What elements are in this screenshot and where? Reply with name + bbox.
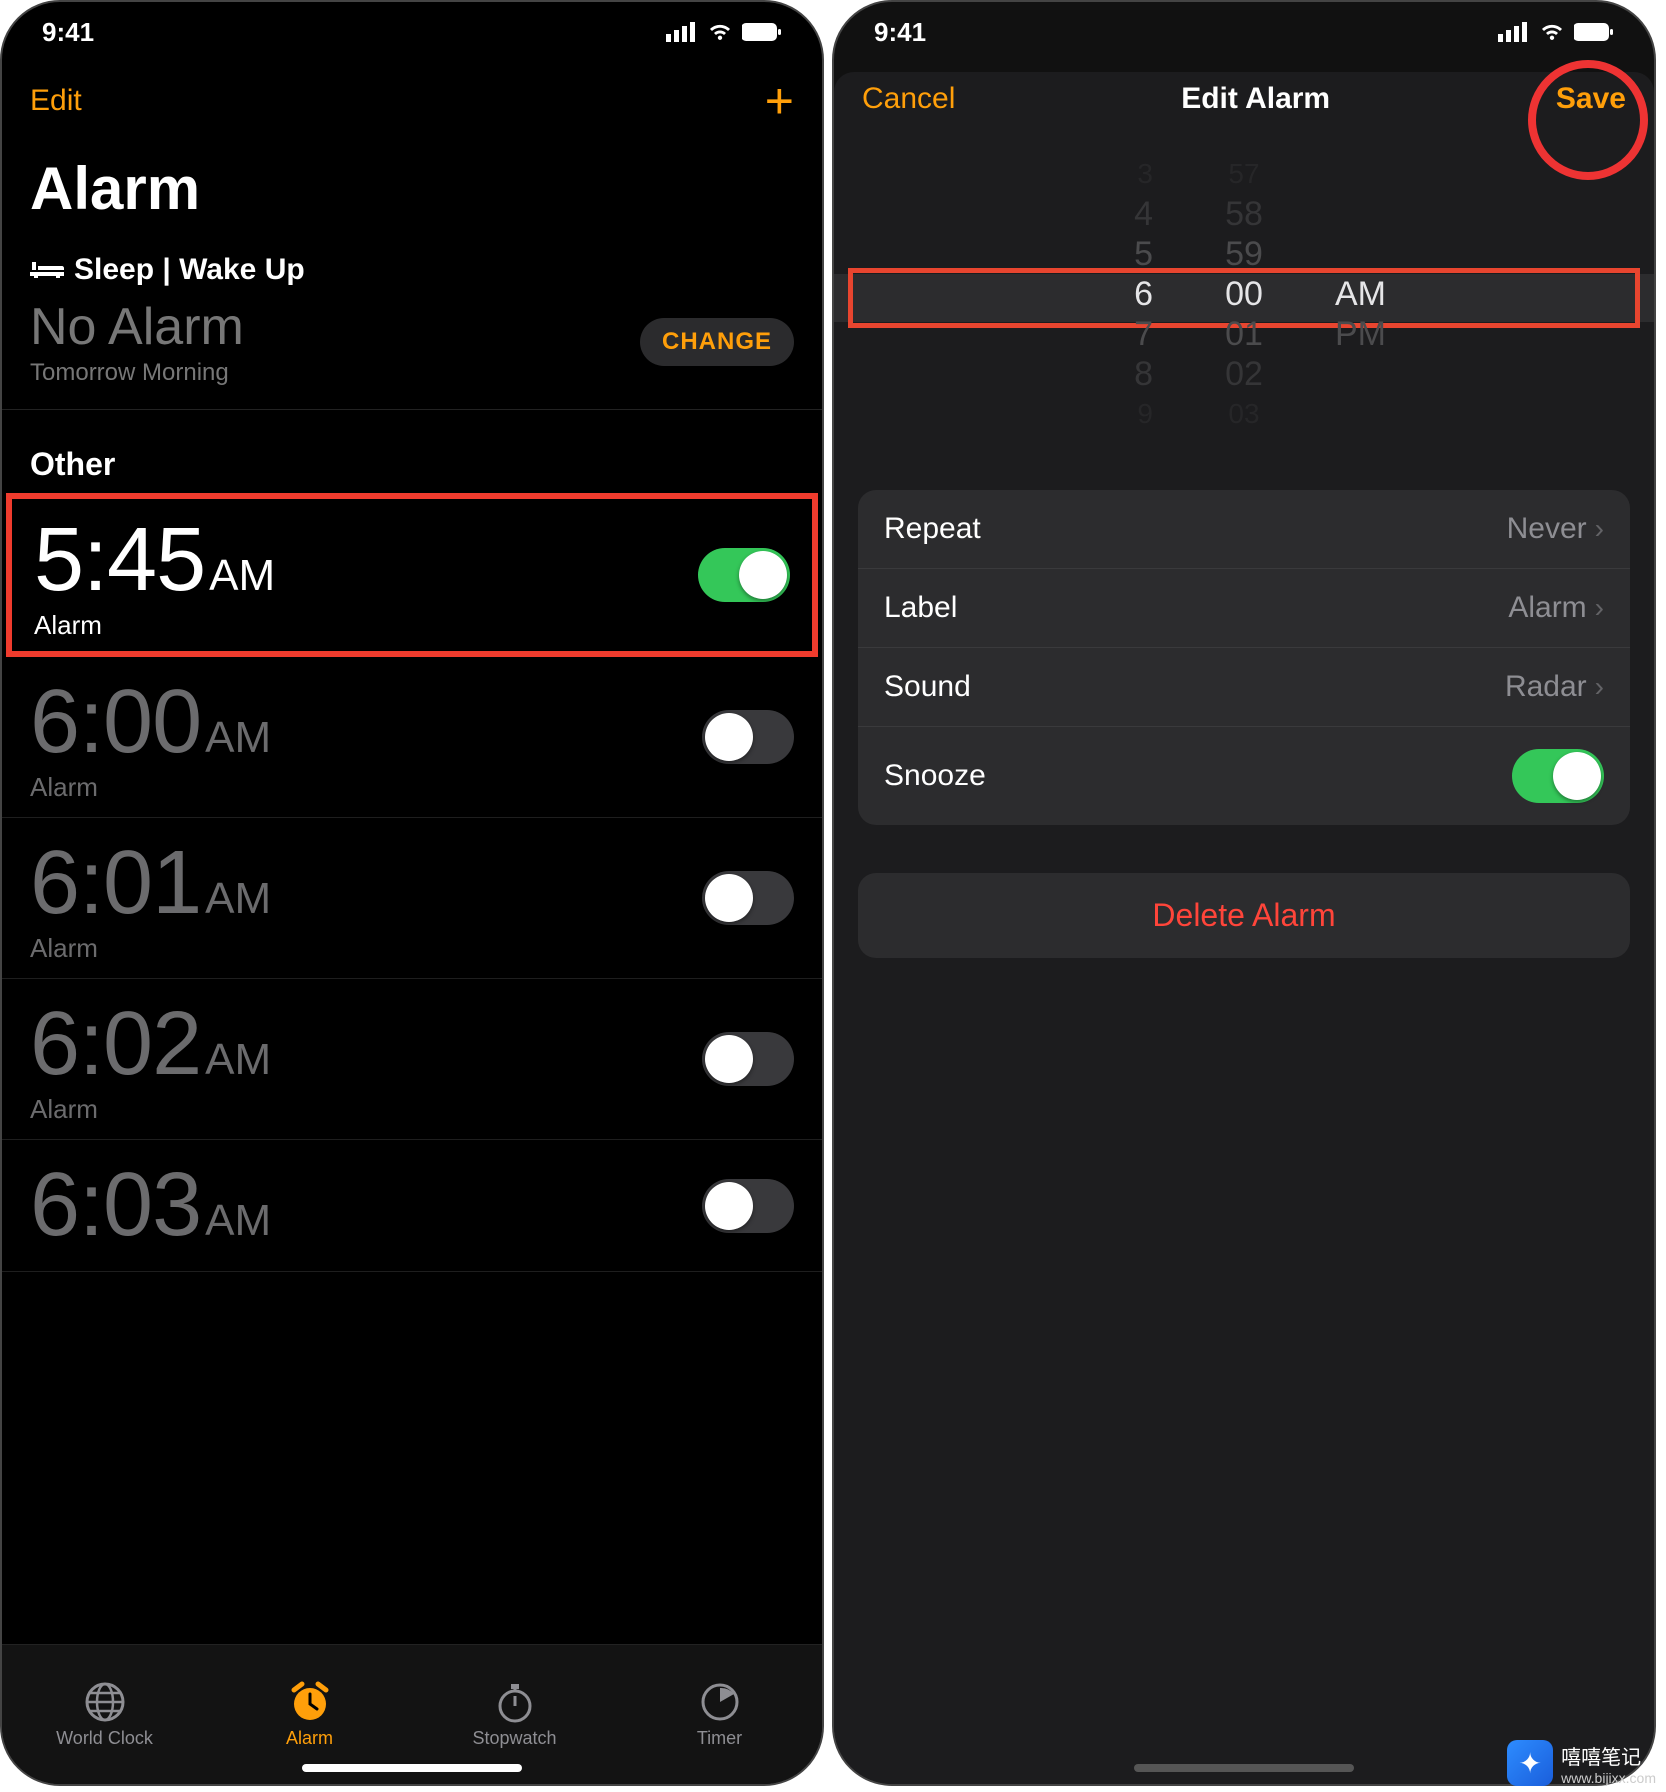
time-picker[interactable]: 3456789 57585900010203 AM PM [834, 150, 1654, 440]
tab-bar: World Clock Alarm Stopwatch Timer [2, 1644, 822, 1784]
sleep-row: No Alarm Tomorrow Morning CHANGE [2, 297, 822, 410]
row-snooze: Snooze [858, 727, 1630, 825]
status-bar: 9:41 [834, 2, 1654, 62]
sheet-title: Edit Alarm [1181, 82, 1330, 116]
alarm-list: 5:45AMAlarm6:00AMAlarm6:01AMAlarm6:02AMA… [2, 493, 822, 1272]
picker-hour[interactable]: 3456789 [1063, 154, 1153, 434]
alarm-row[interactable]: 6:02AMAlarm [2, 979, 822, 1140]
snooze-toggle[interactable] [1512, 749, 1604, 803]
nav-bar: Edit + [2, 62, 822, 134]
wifi-icon [706, 22, 734, 42]
row-label[interactable]: Label Alarm› [858, 569, 1630, 648]
globe-icon [83, 1680, 127, 1724]
chevron-right-icon: › [1595, 671, 1604, 703]
bed-icon [30, 258, 64, 282]
delete-alarm-button[interactable]: Delete Alarm [858, 873, 1630, 958]
alarm-icon [288, 1680, 332, 1724]
battery-icon [1574, 22, 1614, 42]
add-button[interactable]: + [765, 72, 794, 130]
home-indicator[interactable] [302, 1764, 522, 1772]
alarm-toggle[interactable] [702, 871, 794, 925]
timer-icon [698, 1680, 742, 1724]
phone-right: 9:41 Cancel Edit Alarm Save 345678 [832, 0, 1656, 1786]
status-icons [1498, 22, 1614, 42]
stopwatch-icon [493, 1680, 537, 1724]
watermark-icon: ✦ [1507, 1740, 1553, 1786]
edit-sheet: Cancel Edit Alarm Save 3456789 575859000… [834, 72, 1654, 1784]
alarm-toggle[interactable] [702, 710, 794, 764]
battery-icon [742, 22, 782, 42]
alarm-row[interactable]: 6:00AMAlarm [2, 657, 822, 818]
change-button[interactable]: CHANGE [640, 318, 794, 366]
status-icons [666, 22, 782, 42]
alarm-toggle[interactable] [702, 1179, 794, 1233]
alarm-toggle[interactable] [698, 548, 790, 602]
alarm-row[interactable]: 6:03AM [2, 1140, 822, 1272]
tab-world-clock[interactable]: World Clock [2, 1645, 207, 1784]
no-alarm-label: No Alarm [30, 297, 244, 357]
sleep-header: Sleep | Wake Up [2, 239, 822, 297]
chevron-right-icon: › [1595, 513, 1604, 545]
alarm-toggle[interactable] [702, 1032, 794, 1086]
cancel-button[interactable]: Cancel [862, 82, 955, 116]
alarm-row[interactable]: 6:01AMAlarm [2, 818, 822, 979]
tomorrow-label: Tomorrow Morning [30, 359, 244, 387]
tab-timer[interactable]: Timer [617, 1645, 822, 1784]
sheet-nav: Cancel Edit Alarm Save [834, 72, 1654, 120]
save-button[interactable]: Save [1556, 82, 1626, 115]
status-bar: 9:41 [2, 2, 822, 62]
picker-ampm[interactable]: AM PM [1335, 154, 1425, 354]
watermark: ✦ 嘻嘻笔记 www.bijixx.com [1507, 1740, 1656, 1786]
cellular-icon [1498, 22, 1530, 42]
home-indicator[interactable] [1134, 1764, 1354, 1772]
page-title: Alarm [2, 134, 822, 239]
settings-list: Repeat Never› Label Alarm› Sound Radar› … [858, 490, 1630, 825]
chevron-right-icon: › [1595, 592, 1604, 624]
status-time: 9:41 [874, 17, 926, 48]
cellular-icon [666, 22, 698, 42]
row-repeat[interactable]: Repeat Never› [858, 490, 1630, 569]
other-header: Other [2, 410, 822, 493]
picker-minute[interactable]: 57585900010203 [1199, 154, 1289, 434]
status-time: 9:41 [42, 17, 94, 48]
edit-button[interactable]: Edit [30, 84, 82, 118]
wifi-icon [1538, 22, 1566, 42]
row-sound[interactable]: Sound Radar› [858, 648, 1630, 727]
alarm-row[interactable]: 5:45AMAlarm [6, 493, 818, 657]
phone-left: 9:41 Edit + Alarm Sleep | Wake Up No Ala… [0, 0, 824, 1786]
